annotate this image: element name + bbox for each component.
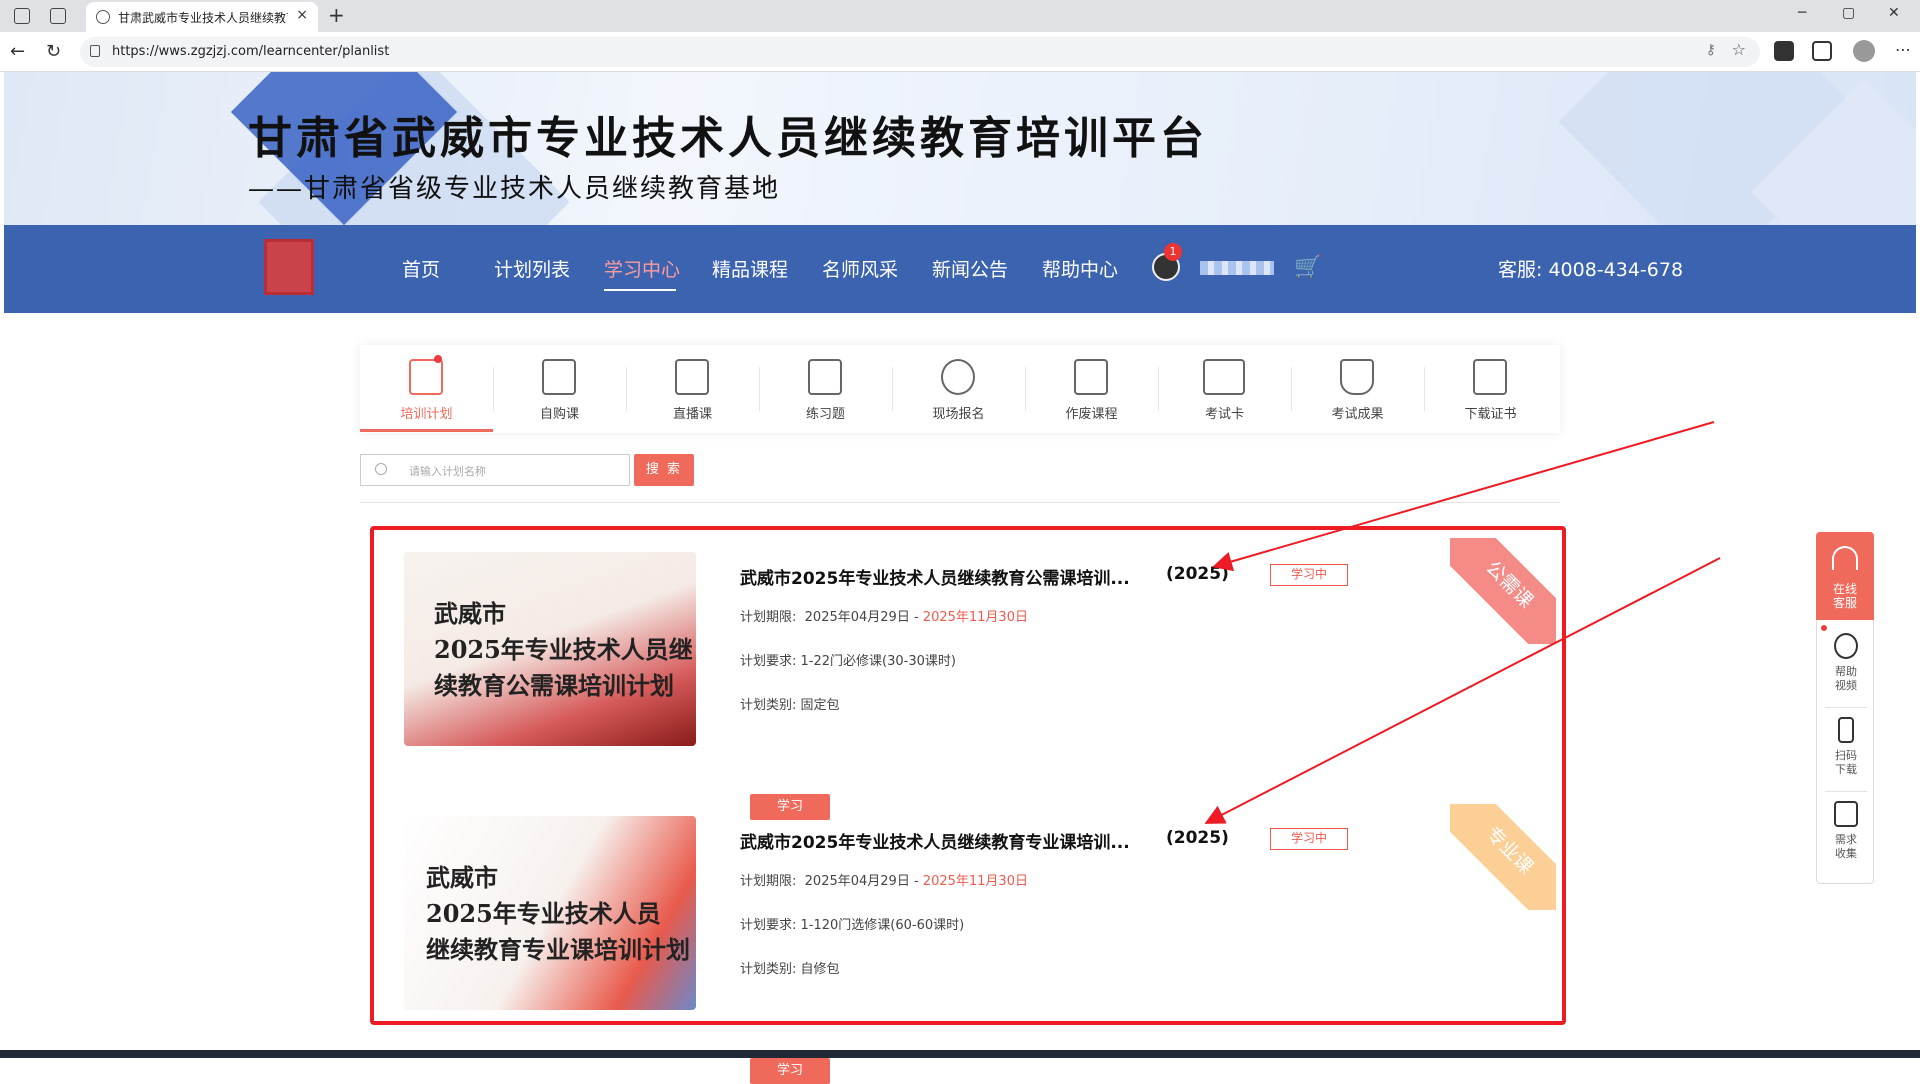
notification-badge: 1 [1164,243,1182,261]
edit-note-icon [1834,801,1858,827]
help-video-button[interactable]: 帮助 视频 [1817,627,1875,707]
lock-icon[interactable] [90,45,100,57]
divider [1825,791,1867,792]
nav-help-center[interactable]: 帮助中心 [1042,255,1118,282]
headset-icon [1832,546,1858,570]
tab-label: 自购课 [539,407,579,422]
browser-tabbar: 甘肃武威市专业技术人员继续教育 × + ─ ▢ ✕ [0,0,1920,32]
os-taskbar [0,1050,1920,1058]
notebook-pen-icon [808,359,842,395]
online-service-button[interactable]: 在线 客服 [1816,532,1874,620]
close-window-button[interactable]: ✕ [1888,5,1900,21]
password-key-icon[interactable]: ⚷ [1706,42,1716,58]
tab-label: 考试成果 [1331,407,1384,422]
tab-exam-card[interactable]: 考试卡 [1158,345,1291,433]
puzzle-icon[interactable] [1812,41,1832,61]
main-navbar: 首页 计划列表 学习中心 精品课程 名师风采 新闻公告 帮助中心 1 🛒 客服:… [4,225,1916,313]
doc-cancel-icon [1074,359,1108,395]
play-circle-icon [1834,633,1858,659]
address-bar: ← ↻ https://wws.zgzjzj.com/learncenter/p… [0,32,1920,72]
extension-icon[interactable] [1774,41,1794,61]
tab-training-plan[interactable]: 培训计划 [360,345,493,433]
nav-plan-list[interactable]: 计划列表 [494,255,570,282]
nav-learning-center[interactable]: 学习中心 [604,255,680,282]
tab-label: 现场报名 [932,407,985,422]
favorite-star-icon[interactable]: ☆ [1732,40,1746,59]
tab-close-button[interactable]: × [296,7,308,23]
service-hotline: 客服: 4008-434-678 [1498,259,1684,281]
nav-active-underline [604,289,676,291]
annotation-highlight-box [370,526,1566,1025]
browser-menu-icon[interactable]: ⋯ [1895,40,1911,59]
workspaces-icon[interactable] [14,8,30,24]
browser-tab[interactable]: 甘肃武威市专业技术人员继续教育 × [86,2,318,32]
tab-actions-icon[interactable] [50,8,66,24]
tab-label: 下载证书 [1464,407,1517,422]
new-tab-button[interactable]: + [328,3,345,27]
search-icon [375,463,387,475]
nav-news[interactable]: 新闻公告 [932,255,1008,282]
floating-service-panel: 在线 客服 帮助 视频 扫码 下载 需求 收集 [1816,532,1874,884]
tab-cancelled-courses[interactable]: 作废课程 [1025,345,1158,433]
study-button[interactable]: 学习 [750,1058,830,1084]
scan-download-label: 扫码 下载 [1835,749,1857,776]
feedback-button[interactable]: 需求 收集 [1817,795,1875,875]
search-placeholder: 请输入计划名称 [409,465,486,478]
learning-center-tabs: 培训计划 自购课 直播课 练习题 现场报名 作废课程 考试卡 考试成果 下载证书 [360,345,1560,433]
tab-label: 练习题 [805,407,845,422]
user-check-icon [941,359,975,395]
calendar-check-icon [409,359,443,395]
user-name-blurred[interactable] [1200,261,1274,275]
reload-button[interactable]: ↻ [46,41,61,62]
tab-exam-results[interactable]: 考试成果 [1291,345,1424,433]
tab-live-class[interactable]: 直播课 [626,345,759,433]
trophy-icon [1340,359,1374,395]
minimize-button[interactable]: ─ [1798,5,1806,21]
plan-search-input[interactable]: 请输入计划名称 [360,454,630,486]
url-field[interactable]: https://wws.zgzjzj.com/learncenter/planl… [80,37,1760,67]
globe-icon [96,10,110,24]
url-text[interactable]: https://wws.zgzjzj.com/learncenter/planl… [112,44,389,59]
scan-download-button[interactable]: 扫码 下载 [1817,711,1875,791]
profile-avatar[interactable] [1853,40,1875,62]
tab-download-certificate[interactable]: 下载证书 [1424,345,1557,433]
nav-premium-courses[interactable]: 精品课程 [712,255,788,282]
divider [360,502,1560,503]
tab-label: 直播课 [672,407,712,422]
back-button[interactable]: ← [10,41,25,62]
page: 甘肃省武威市专业技术人员继续教育培训平台 ——甘肃省省级专业技术人员继续教育基地… [0,72,1920,1084]
tab-onsite-registration[interactable]: 现场报名 [892,345,1025,433]
new-dot [434,355,442,363]
nav-home[interactable]: 首页 [402,255,440,282]
header-banner: 甘肃省武威市专业技术人员继续教育培训平台 ——甘肃省省级专业技术人员继续教育基地 [4,72,1916,225]
site-title: 甘肃省武威市专业技术人员继续教育培训平台 [248,113,1208,164]
tab-active-underline [360,429,493,432]
tab-title: 甘肃武威市专业技术人员继续教育 [118,11,288,25]
id-card-icon [1203,359,1245,395]
tab-label: 培训计划 [400,407,453,422]
doc-plus-icon [542,359,576,395]
play-book-icon [675,359,709,395]
feedback-label: 需求 收集 [1835,833,1857,860]
nav-teachers[interactable]: 名师风采 [822,255,898,282]
cart-icon[interactable]: 🛒 [1294,255,1321,280]
certificate-icon [1473,359,1507,395]
site-logo-seal[interactable] [264,239,314,295]
tab-label: 作废课程 [1065,407,1118,422]
tab-self-purchase[interactable]: 自购课 [493,345,626,433]
phone-icon [1838,717,1854,743]
site-subtitle: ——甘肃省省级专业技术人员继续教育基地 [248,174,781,204]
search-button[interactable]: 搜 索 [634,454,694,486]
online-service-label: 在线 客服 [1832,582,1857,610]
divider [1825,707,1867,708]
tab-label: 考试卡 [1204,407,1244,422]
maximize-button[interactable]: ▢ [1842,5,1855,21]
tab-exercises[interactable]: 练习题 [759,345,892,433]
help-video-label: 帮助 视频 [1835,665,1857,692]
